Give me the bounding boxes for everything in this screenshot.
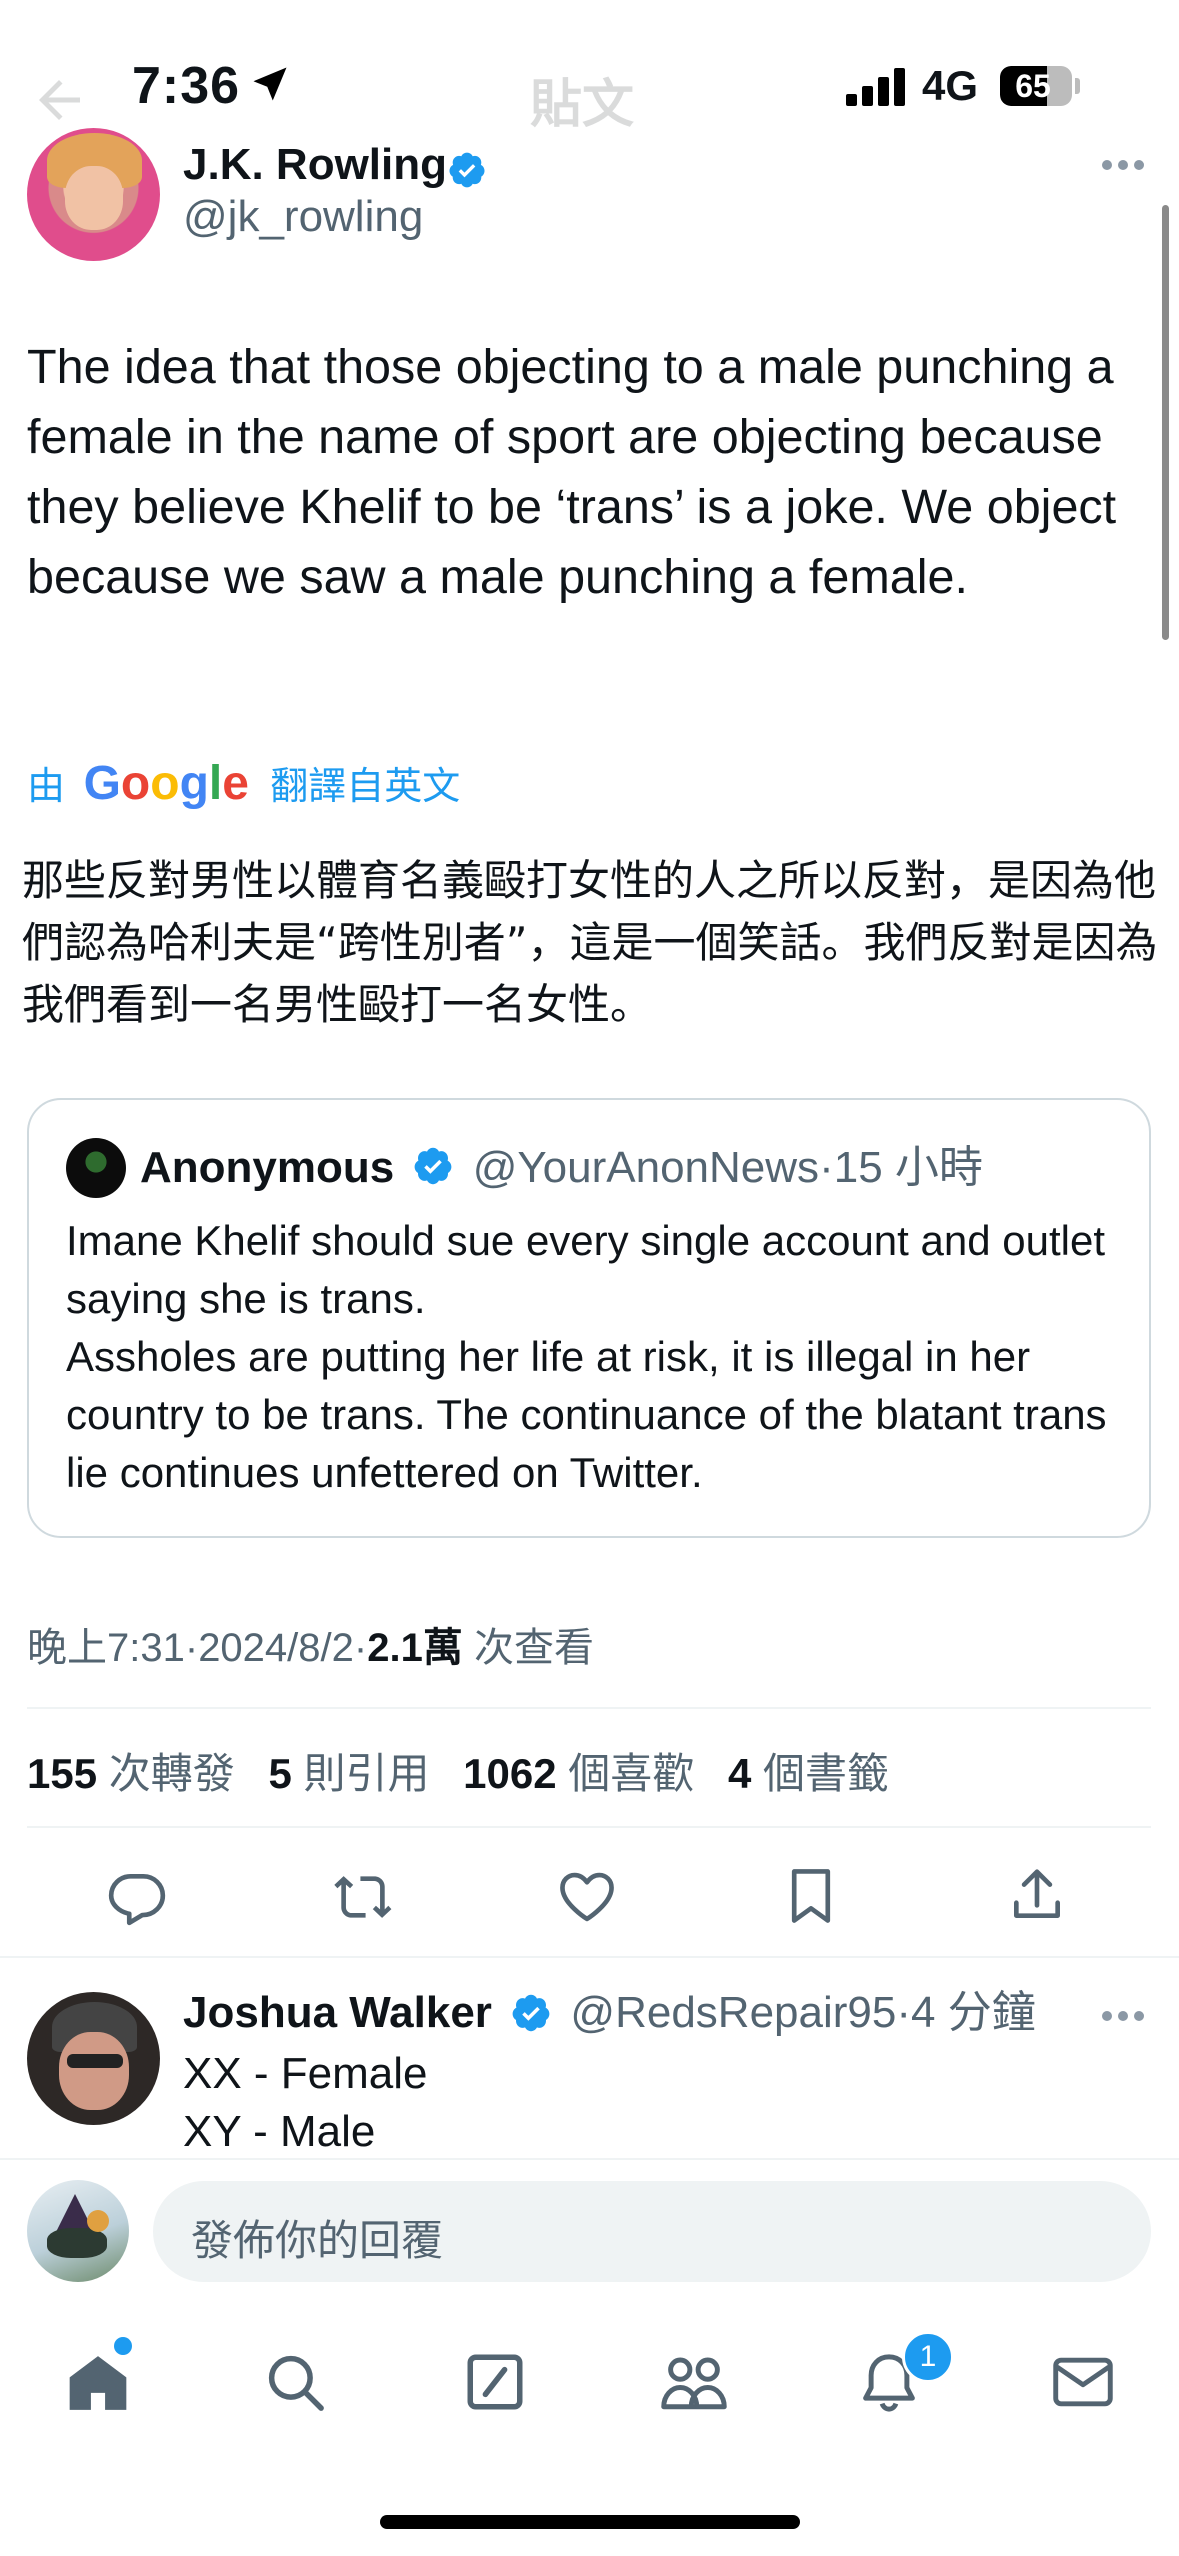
share-icon[interactable] [1006, 1862, 1068, 1928]
reply-input[interactable]: 發佈你的回覆 [153, 2181, 1151, 2282]
meta-separator: · [353, 1626, 368, 1670]
battery-cap [1075, 78, 1080, 94]
google-logo: Google [83, 757, 249, 810]
home-icon[interactable] [64, 2349, 132, 2417]
author-avatar[interactable] [27, 128, 160, 261]
stat-bookmarks[interactable]: 4 個書籤 [728, 1750, 889, 1797]
meta-date: 2024/8/2 [198, 1626, 354, 1670]
divider [27, 1707, 1151, 1709]
quote-time: 15 小時 [833, 1143, 983, 1192]
meta-views-count: 2.1萬 [367, 1626, 463, 1670]
like-heart-icon[interactable] [556, 1866, 618, 1928]
reply-author-name[interactable]: Joshua Walker [183, 1988, 492, 2037]
location-arrow-icon [248, 62, 292, 106]
communities-icon[interactable] [658, 2349, 730, 2415]
translation-attribution[interactable]: 由 Google 翻譯自英文 [27, 755, 460, 815]
quote-author-handle: @YourAnonNews [472, 1143, 820, 1192]
translation-suffix: 翻譯自英文 [270, 766, 461, 808]
reply-text-line1: XX - Female [183, 2049, 428, 2098]
network-type: 4G [922, 62, 979, 109]
my-avatar[interactable] [27, 2180, 129, 2282]
tweet-text: The idea that those objecting to a male … [27, 340, 1117, 604]
divider [27, 1826, 1151, 1828]
reply-author-handle[interactable]: @RedsRepair95 [570, 1988, 896, 2037]
verified-badge-icon [447, 150, 487, 190]
meta-views-label: 次查看 [473, 1626, 594, 1670]
grok-icon[interactable] [462, 2349, 528, 2415]
reply-avatar[interactable] [27, 1992, 160, 2125]
tweet-meta: 晚上7:31·2024/8/2·2.1萬 次查看 [27, 1615, 594, 1673]
stat-quotes[interactable]: 5 則引用 [268, 1750, 429, 1797]
translation-prefix: 由 [27, 766, 66, 808]
reply-time: 4 分鐘 [911, 1988, 1036, 2037]
stat-retweets[interactable]: 155 次轉發 [27, 1750, 235, 1797]
reply-icon[interactable] [106, 1866, 168, 1928]
status-time: 7:36 [132, 57, 241, 115]
quote-avatar[interactable] [66, 1138, 126, 1198]
reply-more-options-icon[interactable] [1100, 2001, 1146, 2031]
author-name[interactable]: J.K. Rowling [183, 140, 447, 190]
scrollbar[interactable] [1162, 205, 1169, 640]
cellular-signal-icon [846, 66, 908, 106]
quote-header: Anonymous @YourAnonNews·15 小時 [140, 1140, 983, 1196]
tweet-stats: 155 次轉發 5 則引用 1062 個喜歡 4 個書籤 [27, 1740, 889, 1801]
meta-separator: · [184, 1626, 199, 1670]
home-indicator [380, 2515, 800, 2529]
author-handle[interactable]: @jk_rowling [183, 192, 423, 242]
more-options-icon[interactable] [1100, 150, 1146, 180]
search-icon[interactable] [262, 2349, 328, 2415]
meta-time: 晚上7:31 [27, 1626, 185, 1670]
reply-input-placeholder: 發佈你的回覆 [191, 2217, 444, 2264]
back-arrow-icon[interactable] [30, 70, 90, 130]
battery-level: 65 [1015, 68, 1051, 104]
translated-text: 那些反對男性以體育名義毆打女性的人之所以反對，是因為他們認為哈利夫是“跨性別者”… [22, 856, 1158, 1029]
quote-verified-badge-icon [412, 1145, 454, 1187]
quote-text-line2: Assholes are putting her life at risk, i… [66, 1333, 1107, 1496]
retweet-icon[interactable] [330, 1866, 396, 1928]
divider [0, 1956, 1179, 1958]
quote-text-line1: Imane Khelif should sue every single acc… [66, 1217, 1105, 1322]
messages-envelope-icon[interactable] [1050, 2352, 1116, 2412]
reply-verified-badge-icon [510, 1990, 552, 2032]
quote-author-name: Anonymous [140, 1143, 395, 1192]
notification-badge: 1 [902, 2331, 954, 2383]
reply-header: Joshua Walker @RedsRepair95·4 分鐘 [183, 1983, 1036, 2043]
dot-separator: · [896, 1988, 912, 2037]
bookmark-icon[interactable] [780, 1862, 842, 1930]
battery-indicator: 65 [1000, 66, 1072, 106]
stat-likes[interactable]: 1062 個喜歡 [463, 1750, 694, 1797]
reply-text-line2: XY - Male [183, 2107, 376, 2156]
home-unread-dot [114, 2337, 132, 2355]
dot-separator: · [819, 1143, 834, 1192]
header-title: 貼文 [530, 76, 635, 134]
